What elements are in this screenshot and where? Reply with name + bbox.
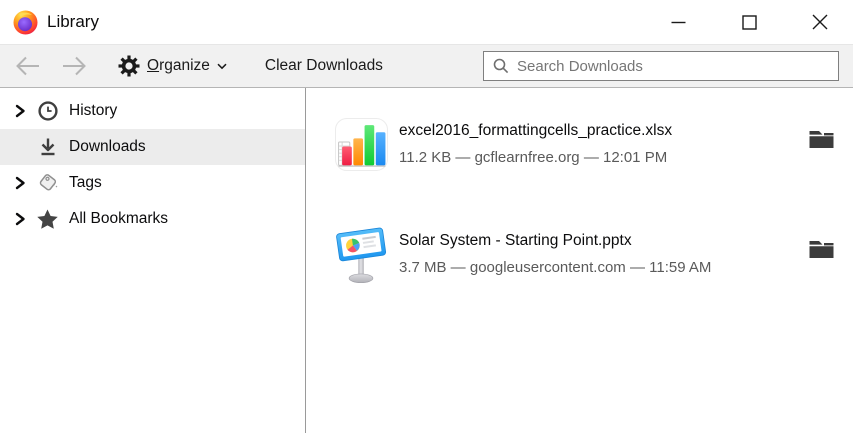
chevron-down-icon xyxy=(217,63,227,70)
show-in-folder-button[interactable] xyxy=(804,122,838,156)
star-icon xyxy=(35,208,60,231)
folder-icon xyxy=(808,129,835,150)
sidebar-item-tags[interactable]: Tags xyxy=(0,165,305,201)
library-sidebar: History Downloads xyxy=(0,88,306,433)
window-controls xyxy=(658,0,840,44)
keynote-icon xyxy=(334,224,388,284)
minimize-icon xyxy=(671,15,686,30)
maximize-button[interactable] xyxy=(729,0,769,44)
firefox-logo-icon xyxy=(13,10,38,35)
download-texts: excel2016_formattingcells_practice.xlsx … xyxy=(399,122,672,166)
maximize-icon xyxy=(742,15,757,30)
clear-downloads-button[interactable]: Clear Downloads xyxy=(265,57,383,75)
download-details: 3.7 MB — googleusercontent.com — 11:59 A… xyxy=(399,259,711,276)
folder-icon xyxy=(808,239,835,260)
expand-chevron-icon[interactable] xyxy=(13,211,35,227)
window-title: Library xyxy=(47,12,99,32)
downloads-list: excel2016_formattingcells_practice.xlsx … xyxy=(306,88,853,433)
sidebar-item-downloads[interactable]: Downloads xyxy=(0,129,305,165)
close-icon xyxy=(812,14,828,30)
forward-arrow-icon xyxy=(61,55,88,77)
download-details: 11.2 KB — gcflearnfree.org — 12:01 PM xyxy=(399,149,672,166)
back-button[interactable] xyxy=(14,55,41,77)
organize-menu-button[interactable]: Organize xyxy=(118,55,227,77)
search-box[interactable] xyxy=(483,51,839,81)
sidebar-item-all-bookmarks[interactable]: All Bookmarks xyxy=(0,201,305,237)
gear-icon xyxy=(118,55,140,77)
sidebar-item-label: History xyxy=(69,102,117,120)
download-filename: Solar System - Starting Point.pptx xyxy=(399,232,711,250)
expand-chevron-icon[interactable] xyxy=(13,103,35,119)
download-icon xyxy=(35,136,60,158)
sidebar-item-label: All Bookmarks xyxy=(69,210,168,228)
numbers-chart-icon xyxy=(334,114,388,174)
tag-icon xyxy=(35,171,60,195)
search-icon xyxy=(493,58,509,74)
show-in-folder-button[interactable] xyxy=(804,232,838,266)
search-input[interactable] xyxy=(517,58,829,75)
close-button[interactable] xyxy=(800,0,840,44)
expand-chevron-icon[interactable] xyxy=(13,175,35,191)
title-bar: Library xyxy=(0,0,853,44)
download-row[interactable]: Solar System - Starting Point.pptx 3.7 M… xyxy=(334,222,838,286)
sidebar-item-label: Downloads xyxy=(69,138,146,156)
library-main: History Downloads xyxy=(0,88,853,433)
download-texts: Solar System - Starting Point.pptx 3.7 M… xyxy=(399,232,711,276)
organize-label: Organize xyxy=(147,57,210,75)
sidebar-item-history[interactable]: History xyxy=(0,93,305,129)
minimize-button[interactable] xyxy=(658,0,698,44)
download-row[interactable]: excel2016_formattingcells_practice.xlsx … xyxy=(334,112,838,176)
download-filename: excel2016_formattingcells_practice.xlsx xyxy=(399,122,672,140)
forward-button[interactable] xyxy=(61,55,88,77)
library-toolbar: Organize Clear Downloads xyxy=(0,44,853,88)
sidebar-item-label: Tags xyxy=(69,174,102,192)
clock-icon xyxy=(35,100,60,122)
back-arrow-icon xyxy=(14,55,41,77)
